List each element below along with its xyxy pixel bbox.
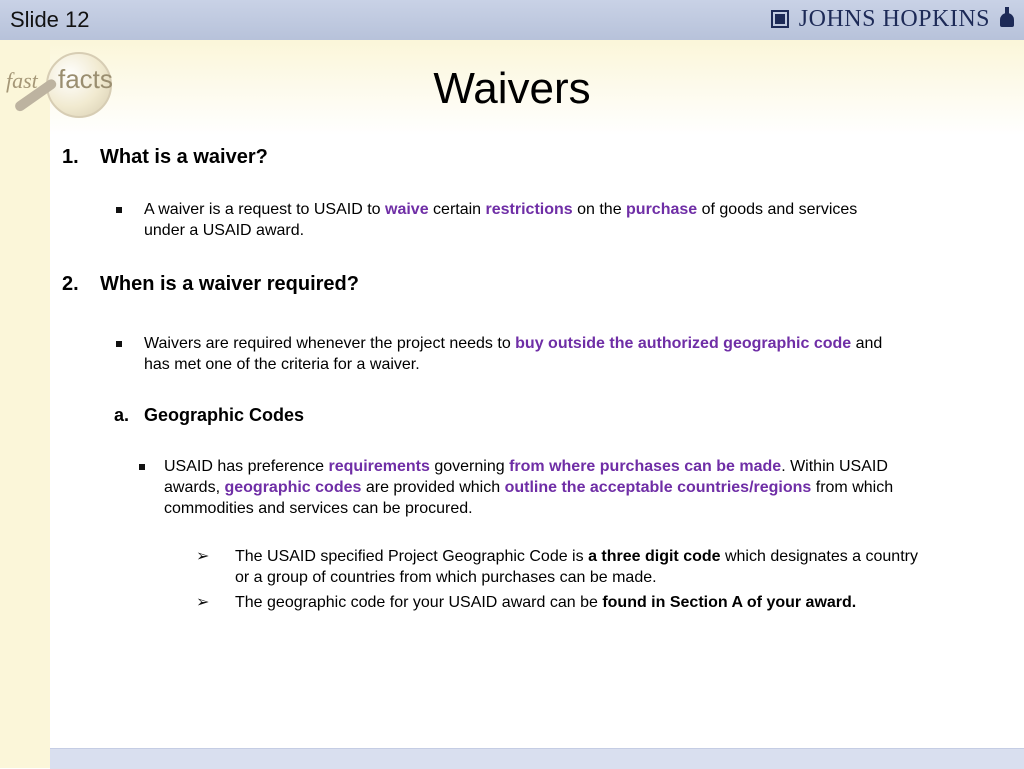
text: are provided which (361, 479, 505, 496)
section-1-number: 1. (62, 146, 79, 168)
bullet-square-icon (116, 207, 122, 213)
left-rail (0, 40, 51, 768)
brand-text: JOHNS HOPKINS (798, 5, 990, 32)
emphasis: requirements (328, 458, 430, 475)
emphasis: restrictions (485, 201, 573, 218)
text: which designates a country (720, 548, 918, 565)
subsection-a-heading: Geographic Codes (144, 405, 305, 425)
text: USAID has preference (164, 458, 329, 475)
slide-label: Slide 12 (10, 7, 90, 32)
text: or a group of countries from which purch… (235, 569, 657, 586)
bottom-strip (50, 748, 1024, 769)
text: of goods and services (697, 201, 858, 218)
section-2-number: 2. (62, 273, 79, 295)
slide-title: Waivers (433, 64, 591, 113)
text: The USAID specified Project Geographic C… (235, 548, 589, 565)
strong-text: a three digit code (588, 548, 721, 565)
text: and (851, 335, 883, 352)
section-1-heading: What is a waiver? (100, 146, 268, 168)
dome-icon (998, 7, 1016, 31)
top-bar: Slide 12 JOHNS HOPKINS (0, 0, 1024, 41)
jh-shield-icon (769, 8, 791, 30)
text: under a USAID award. (144, 222, 305, 239)
text: The geographic code for your USAID award… (235, 594, 603, 611)
section-2-heading: When is a waiver required? (100, 273, 359, 295)
text: from which (811, 479, 894, 496)
text: awards, (164, 479, 225, 496)
chevron-bullet-icon: ➢ (196, 592, 210, 611)
emphasis: geographic codes (224, 479, 362, 496)
bullet-square-icon (139, 464, 145, 470)
subsection-a-letter: a. (114, 405, 130, 425)
section-1-bullet: A waiver is a request to USAID to waive … (144, 199, 944, 241)
strong-text: found in Section A of your award. (602, 594, 857, 611)
emphasis: from where purchases can be made (509, 458, 782, 475)
section-2-bullet: Waivers are required whenever the projec… (144, 333, 984, 375)
chevron-item-1: The USAID specified Project Geographic C… (235, 546, 1015, 588)
text: commodities and services can be procured… (164, 500, 473, 517)
text: has met one of the criteria for a waiver… (144, 356, 420, 373)
text: . Within USAID (781, 458, 888, 475)
geographic-codes-bullet: USAID has preference requirements govern… (164, 456, 994, 519)
johns-hopkins-logo: JOHNS HOPKINS (769, 4, 1016, 34)
emphasis: outline the acceptable countries/regions (504, 479, 812, 496)
text: governing (429, 458, 510, 475)
text: certain (428, 201, 486, 218)
emphasis: buy outside the authorized geographic co… (515, 335, 852, 352)
text: Waivers are required whenever the projec… (144, 335, 516, 352)
chevron-bullet-icon: ➢ (196, 546, 210, 565)
text: A waiver is a request to USAID to (144, 201, 385, 218)
text: on the (572, 201, 627, 218)
emphasis: purchase (626, 201, 698, 218)
bullet-square-icon (116, 341, 122, 347)
emphasis: waive (385, 201, 429, 218)
chevron-item-2: The geographic code for your USAID award… (235, 592, 1015, 613)
